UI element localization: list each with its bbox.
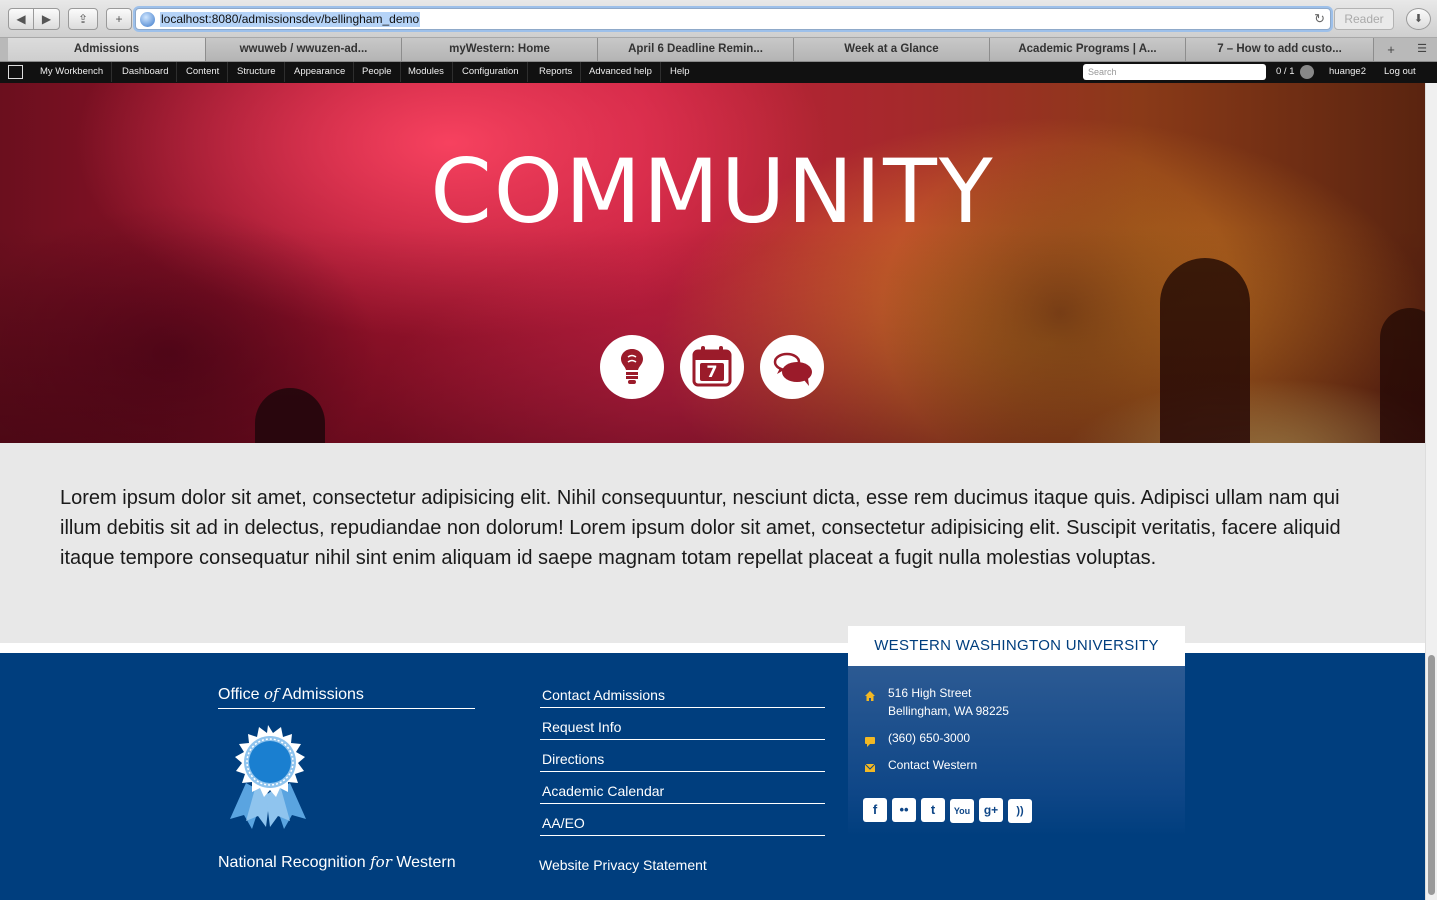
admin-menu-structure[interactable]: Structure xyxy=(229,62,285,82)
add-bookmark-button[interactable]: + xyxy=(106,8,132,30)
link-directions[interactable]: Directions xyxy=(540,751,825,772)
address-bar[interactable]: localhost:8080/admissionsdev/bellingham_… xyxy=(135,8,1331,30)
contact-western-link[interactable]: Contact Western xyxy=(888,756,977,774)
tab-wwuweb[interactable]: wwuweb / wwuzen-ad... xyxy=(206,38,402,61)
calendar-icon[interactable]: 7 xyxy=(680,335,744,399)
admin-menu-advanced-help[interactable]: Advanced help xyxy=(581,62,661,82)
tab-april-deadline[interactable]: April 6 Deadline Remin... xyxy=(598,38,794,61)
logout-link[interactable]: Log out xyxy=(1384,62,1416,82)
google-plus-icon[interactable]: g+ xyxy=(979,798,1003,822)
facebook-icon[interactable]: f xyxy=(863,798,887,822)
social-links: f •• t You g+)) xyxy=(863,798,1037,823)
recognition-for: for xyxy=(370,853,392,871)
reader-button[interactable]: Reader xyxy=(1334,8,1394,30)
intro-section: Lorem ipsum dolor sit amet, consectetur … xyxy=(0,443,1425,643)
share-button[interactable]: ⇪ xyxy=(68,8,98,30)
link-contact-admissions[interactable]: Contact Admissions xyxy=(540,687,825,708)
admin-menu-configuration[interactable]: Configuration xyxy=(454,62,528,82)
downloads-button[interactable]: ⬇ xyxy=(1406,8,1431,30)
university-contact-card: 516 High Street Bellingham, WA 98225 (36… xyxy=(848,666,1185,836)
admin-home-icon[interactable] xyxy=(8,65,23,79)
university-name-tab[interactable]: WESTERN WASHINGTON UNIVERSITY xyxy=(848,626,1185,666)
reload-icon[interactable]: ↻ xyxy=(1314,11,1325,27)
recognition-suffix: Western xyxy=(396,854,456,871)
back-button[interactable]: ◀ xyxy=(8,8,34,30)
award-ribbon-icon xyxy=(230,725,306,829)
office-suffix: Admissions xyxy=(282,686,364,703)
link-academic-calendar[interactable]: Academic Calendar xyxy=(540,783,825,804)
intro-paragraph: Lorem ipsum dolor sit amet, consectetur … xyxy=(60,487,1341,569)
recognition-prefix: National Recognition xyxy=(218,854,366,871)
hero-banner: COMMUNITY 7 xyxy=(0,83,1425,443)
office-prefix: Office xyxy=(218,686,260,703)
address-line-2: Bellingham, WA 98225 xyxy=(888,704,1009,718)
tab-list-button[interactable]: ☰ xyxy=(1410,40,1434,59)
link-privacy-statement[interactable]: Website Privacy Statement xyxy=(539,857,707,873)
admin-menu-reports[interactable]: Reports xyxy=(531,62,582,82)
hero-title: COMMUNITY xyxy=(430,140,995,243)
admin-menu-my-workbench[interactable]: My Workbench xyxy=(32,62,113,82)
phone-number[interactable]: (360) 650-3000 xyxy=(888,729,970,747)
forward-button[interactable]: ▶ xyxy=(33,8,60,30)
chat-bubbles-icon[interactable] xyxy=(760,335,824,399)
admin-username[interactable]: huange2 xyxy=(1329,62,1366,82)
flickr-icon[interactable]: •• xyxy=(892,798,916,822)
link-aa-eo[interactable]: AA/EO xyxy=(540,815,825,836)
phone-icon xyxy=(865,737,875,747)
new-tab-button[interactable]: + xyxy=(1380,40,1402,59)
admin-shortcut-count: 0 / 1 xyxy=(1276,66,1295,77)
tab-admissions[interactable]: Admissions xyxy=(8,38,206,61)
national-recognition-label[interactable]: National Recognition for Western xyxy=(218,853,456,872)
tab-week-at-a-glance[interactable]: Week at a Glance xyxy=(794,38,990,61)
office-of-admissions-title: Office of Admissions xyxy=(218,685,475,709)
site-footer: Office of Admissions National Recognitio… xyxy=(0,653,1425,900)
address-line-1: 516 High Street xyxy=(888,686,972,700)
envelope-icon xyxy=(864,763,876,772)
office-of: of xyxy=(263,685,279,703)
globe-icon xyxy=(140,12,155,27)
rss-icon[interactable]: )) xyxy=(1008,799,1032,823)
tab-bar: Admissions wwuweb / wwuzen-ad... myWeste… xyxy=(0,38,1437,62)
admin-menu-people[interactable]: People xyxy=(354,62,401,82)
home-icon xyxy=(865,691,875,701)
admin-menu-appearance[interactable]: Appearance xyxy=(286,62,355,82)
tab-mywestern[interactable]: myWestern: Home xyxy=(402,38,598,61)
link-request-info[interactable]: Request Info xyxy=(540,719,825,740)
admin-menu-content[interactable]: Content xyxy=(178,62,229,82)
tab-academic-programs[interactable]: Academic Programs | A... xyxy=(990,38,1186,61)
admin-search-input[interactable]: Search xyxy=(1083,64,1266,80)
lightbulb-icon[interactable] xyxy=(600,335,664,399)
browser-toolbar: ◀ ▶ ⇪ + localhost:8080/admissionsdev/bel… xyxy=(0,0,1437,38)
twitter-icon[interactable]: t xyxy=(921,798,945,822)
user-icon[interactable] xyxy=(1300,65,1314,79)
calendar-number: 7 xyxy=(706,362,718,381)
admin-toolbar: My Workbench Dashboard Content Structure… xyxy=(0,62,1437,83)
url-text[interactable]: localhost:8080/admissionsdev/bellingham_… xyxy=(160,12,421,27)
tab-how-to-add[interactable]: 7 – How to add custo... xyxy=(1186,38,1374,61)
admin-menu-modules[interactable]: Modules xyxy=(400,62,453,82)
scrollbar-thumb[interactable] xyxy=(1428,655,1435,895)
page-scrollbar[interactable] xyxy=(1425,83,1437,900)
youtube-icon[interactable]: You xyxy=(950,799,974,823)
admin-menu-help[interactable]: Help xyxy=(662,62,698,82)
admin-menu-dashboard[interactable]: Dashboard xyxy=(114,62,178,82)
